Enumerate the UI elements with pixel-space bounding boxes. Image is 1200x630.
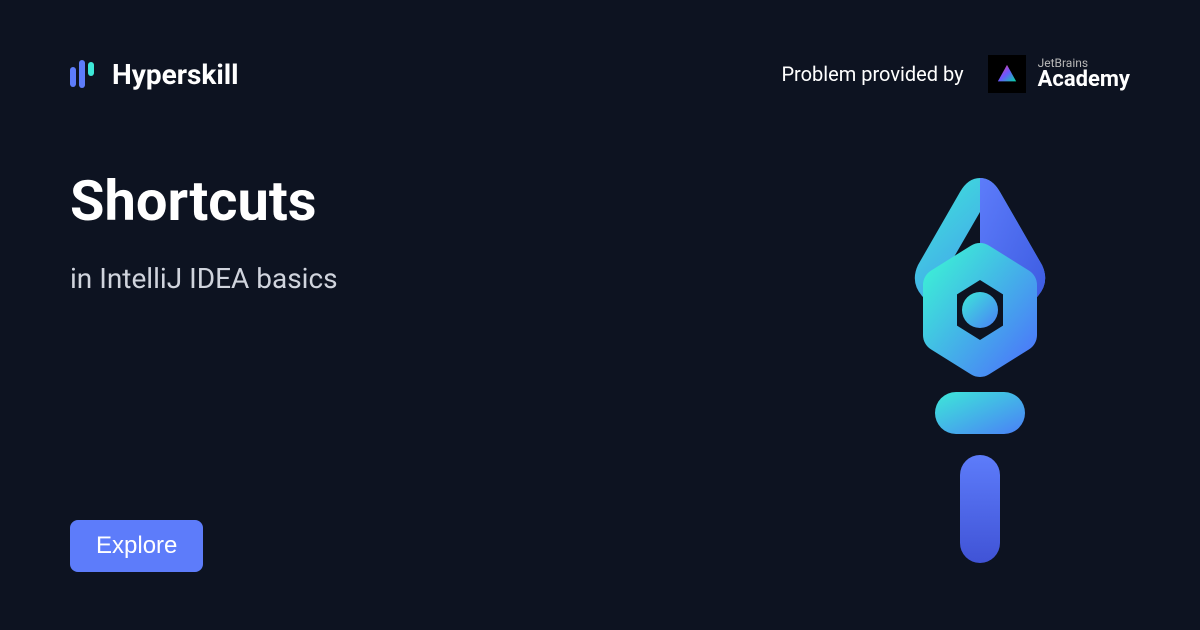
torch-icon (880, 170, 1080, 570)
header-right: Problem provided by JetBrains Academ (781, 55, 1130, 93)
hyperskill-icon (70, 59, 100, 89)
jetbrains-label-big: Academy (1038, 69, 1130, 91)
hyperskill-logo: Hyperskill (70, 58, 239, 91)
header: Hyperskill Problem provided by Jet (0, 0, 1200, 93)
provided-by-text: Problem provided by (781, 62, 963, 86)
jetbrains-icon (988, 55, 1026, 93)
explore-button[interactable]: Explore (70, 520, 203, 572)
jetbrains-text: JetBrains Academy (1038, 57, 1130, 91)
jetbrains-academy-badge: JetBrains Academy (988, 55, 1130, 93)
brand-name: Hyperskill (112, 58, 239, 91)
